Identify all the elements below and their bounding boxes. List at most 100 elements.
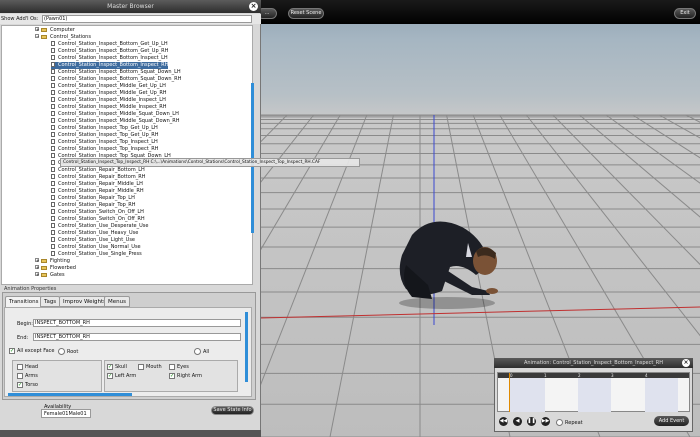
tree-item[interactable]: Control_Station_Repair_Middle_RH: [51, 188, 144, 195]
tree-item[interactable]: Control_Station_Switch_On_Off_LH: [51, 209, 144, 216]
right-arm-checkbox[interactable]: ✓ Right Arm: [169, 373, 202, 379]
rewind-icon[interactable]: ◀◀: [499, 417, 508, 426]
reset-scene-button[interactable]: Reset Scene: [288, 8, 324, 19]
tree-item[interactable]: Control_Station_Repair_Top_LH: [51, 195, 135, 202]
arms-label: Arms: [25, 373, 38, 379]
tree-item[interactable]: Control_Station_Inspect_Bottom_Squat_Dow…: [51, 69, 181, 76]
tree-item[interactable]: Control_Station_Repair_Bottom_RH: [51, 174, 145, 181]
animation-tree[interactable]: + Computer − Control_Stations Control_Statio…: [1, 25, 253, 285]
tree-folder[interactable]: + Gates: [35, 272, 65, 279]
tab-menus[interactable]: Menus: [104, 296, 130, 307]
folder-icon: [41, 266, 47, 270]
repeat-radio[interactable]: Repeat: [556, 419, 583, 426]
end-field[interactable]: INSPECT_BOTTOM_RH: [33, 333, 241, 341]
tree-item[interactable]: Control_Station_Repair_Bottom_LH: [51, 167, 145, 174]
availability-field[interactable]: Female01Male01: [41, 409, 91, 418]
head-label: Head: [25, 364, 39, 370]
mouth-checkbox[interactable]: Mouth: [138, 364, 162, 370]
tree-item[interactable]: Control_Station_Inspect_Top_Get_Up_RH: [51, 132, 158, 139]
tree-item-label: Control_Station_Inspect_Middle_Get_Up_LH: [58, 83, 166, 89]
file-icon: [51, 41, 55, 46]
left-arm-checkbox[interactable]: ✓ Left Arm: [107, 373, 136, 379]
add-event-button[interactable]: Add Event: [654, 416, 689, 426]
tree-item[interactable]: Control_Station_Inspect_Bottom_Inspect_R…: [51, 62, 169, 69]
tree-item[interactable]: Control_Station_Inspect_Bottom_Inspect_L…: [51, 55, 168, 62]
fast-forward-icon[interactable]: ▶▶: [541, 417, 550, 426]
arms-checkbox[interactable]: Arms: [17, 373, 38, 379]
radio-circle: [58, 348, 65, 355]
tree-item-label: Control_Station_Use_Normal_Use: [58, 244, 141, 250]
tree-item[interactable]: Control_Station_Inspect_Middle_Squat_Dow…: [51, 118, 180, 125]
mouth-label: Mouth: [146, 364, 162, 370]
check-mark: ✓: [169, 373, 175, 379]
tree-item[interactable]: Control_Station_Repair_Top_RH: [51, 202, 136, 209]
tree-item[interactable]: Control_Station_Switch_On_Off_RH: [51, 216, 145, 223]
torso-checkbox[interactable]: ✓ Torso: [17, 382, 38, 388]
tree-item[interactable]: Control_Station_Repair_Middle_LH: [51, 181, 143, 188]
skull-label: Skull: [115, 364, 127, 370]
file-icon: [51, 251, 55, 256]
tree-item[interactable]: Control_Station_Inspect_Bottom_Get_Up_RH: [51, 48, 168, 55]
tree-item[interactable]: Control_Station_Inspect_Bottom_Get_Up_LH: [51, 41, 168, 48]
tab-tags[interactable]: Tags: [40, 296, 61, 307]
tree-folder[interactable]: − Control_Stations: [35, 34, 91, 41]
file-icon: [51, 195, 55, 200]
root-radio[interactable]: Root: [58, 348, 78, 355]
tree-item[interactable]: Control_Station_Use_Desperate_Use: [51, 223, 148, 230]
horizontal-scrollbar[interactable]: [8, 393, 132, 396]
tree-item-label: Control_Station_Inspect_Bottom_Inspect_R…: [58, 62, 169, 68]
file-icon: [51, 125, 55, 130]
tree-item[interactable]: Control_Station_Inspect_Top_Inspect_RH: [51, 146, 158, 153]
tree-item[interactable]: Control_Station_Use_Light_Use: [51, 237, 135, 244]
tree-item[interactable]: Control_Station_Inspect_Top_Get_Up_LH: [51, 125, 158, 132]
close-icon[interactable]: ×: [682, 359, 690, 367]
pause-icon[interactable]: ❚❚: [527, 417, 536, 426]
tree-folder[interactable]: + Flowerbed: [35, 265, 76, 272]
tab-transitions[interactable]: Transitions: [5, 296, 43, 307]
timeline-band: [645, 378, 678, 412]
expand-icon[interactable]: +: [35, 258, 39, 263]
tree-item[interactable]: Control_Station_Inspect_Middle_Get_Up_RH: [51, 90, 167, 97]
tab-improv-weights[interactable]: Improv Weights: [59, 296, 111, 307]
tree-item-label: Control_Station_Inspect_Top_Get_Up_RH: [58, 132, 159, 138]
tree-item[interactable]: Control_Station_Inspect_Middle_Inspect_L…: [51, 97, 166, 104]
tree-item[interactable]: Control_Station_Inspect_Middle_Squat_Dow…: [51, 111, 179, 118]
expand-icon[interactable]: +: [35, 265, 39, 270]
animation-timeline[interactable]: 0 1 2 3 4: [497, 372, 690, 412]
tick-label: 3: [611, 373, 614, 378]
tree-item[interactable]: Control_Station_Use_Heavy_Use: [51, 230, 138, 237]
tree-item-label: Control_Stations: [50, 34, 91, 40]
exit-button[interactable]: Exit: [674, 8, 696, 19]
all-radio[interactable]: All: [194, 348, 209, 355]
filter-select[interactable]: (Pawn01): [42, 15, 252, 23]
tree-item[interactable]: Control_Station_Use_Normal_Use: [51, 244, 141, 251]
tree-item[interactable]: Control_Station_Use_Single_Press: [51, 251, 142, 258]
tree-folder[interactable]: + Computer: [35, 27, 75, 34]
tree-item[interactable]: Control_Station_Inspect_Middle_Get_Up_LH: [51, 83, 166, 90]
begin-field[interactable]: INSPECT_BOTTOM_RH: [33, 319, 241, 327]
tree-item-label: Control_Station_Inspect_Bottom_Inspect_L…: [58, 55, 168, 61]
tree-folder[interactable]: + Fighting: [35, 258, 70, 265]
tree-item[interactable]: Control_Station_Inspect_Top_Inspect_LH: [51, 139, 158, 146]
tree-item[interactable]: Control_Station_Inspect_Bottom_Squat_Dow…: [51, 76, 181, 83]
all-except-face-checkbox[interactable]: ✓ All except Face: [9, 348, 55, 354]
tree-item-label: Control_Station_Repair_Bottom_RH: [58, 174, 146, 180]
close-icon[interactable]: ×: [249, 2, 258, 11]
head-checkbox[interactable]: Head: [17, 364, 38, 370]
file-icon: [51, 167, 55, 172]
tick-label: 2: [578, 373, 581, 378]
expand-icon[interactable]: +: [35, 272, 39, 277]
tree-item-label: Gates: [50, 272, 65, 278]
character-figure[interactable]: [392, 205, 502, 310]
tree-item[interactable]: Control_Station_Inspect_Middle_Inspect_R…: [51, 104, 167, 111]
eyes-checkbox[interactable]: Eyes: [169, 364, 189, 370]
skull-checkbox[interactable]: ✓ Skull: [107, 364, 127, 370]
tick-label: 4: [645, 373, 648, 378]
properties-scrollbar[interactable]: [245, 312, 248, 382]
save-state-info-button[interactable]: Save State Info: [211, 406, 254, 415]
collapse-icon[interactable]: −: [35, 34, 39, 39]
expand-icon[interactable]: +: [35, 27, 39, 32]
step-back-icon[interactable]: ◀: [513, 417, 522, 426]
playhead[interactable]: [509, 373, 510, 412]
file-icon: [51, 216, 55, 221]
